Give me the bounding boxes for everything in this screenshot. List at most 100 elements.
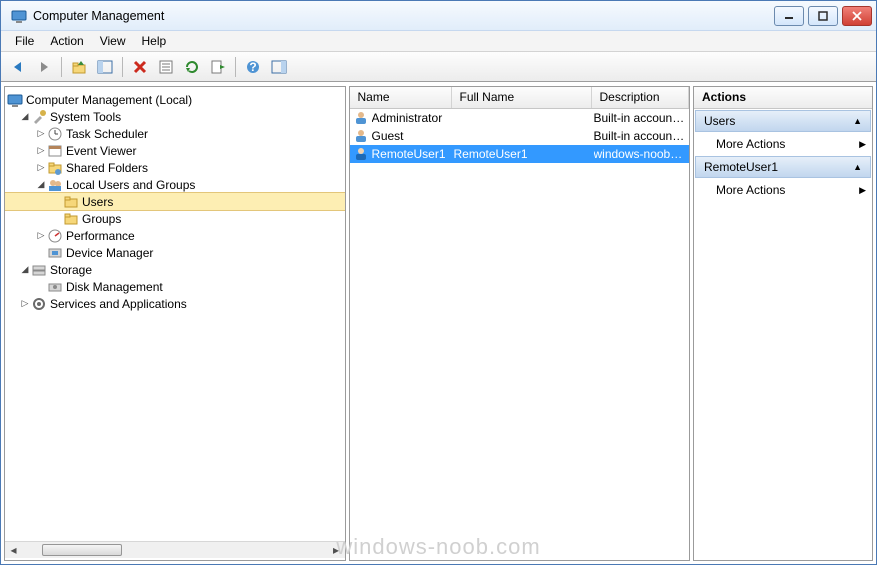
back-button[interactable]	[7, 56, 29, 78]
minimize-button[interactable]	[774, 6, 804, 26]
tree-label: Device Manager	[66, 246, 341, 260]
scroll-left-icon[interactable]: ◂	[5, 543, 22, 558]
tree-device-manager[interactable]: Device Manager	[5, 244, 345, 261]
workspace: Computer Management (Local) ◢ System Tool…	[1, 82, 876, 564]
toolbar-separator	[61, 57, 62, 77]
actions-pane-button[interactable]	[268, 56, 290, 78]
maximize-button[interactable]	[808, 6, 838, 26]
tree-label: Event Viewer	[66, 144, 341, 158]
list-row[interactable]: Guest Built-in account for guest access …	[350, 127, 690, 145]
scroll-thumb[interactable]	[42, 544, 122, 556]
user-icon	[353, 110, 369, 126]
scroll-right-icon[interactable]: ▸	[328, 543, 345, 558]
properties-button[interactable]	[155, 56, 177, 78]
tree[interactable]: Computer Management (Local) ◢ System Tool…	[5, 89, 345, 541]
column-full-name[interactable]: Full Name	[452, 87, 592, 108]
delete-button[interactable]	[129, 56, 151, 78]
user-icon	[353, 146, 369, 162]
list-row[interactable]: Administrator Built-in account for admin…	[350, 109, 690, 127]
tree-label: Disk Management	[66, 280, 341, 294]
performance-icon	[47, 228, 63, 244]
actions-section-remoteuser[interactable]: RemoteUser1 ▲	[695, 156, 871, 178]
tree-performance[interactable]: ▷Performance	[5, 227, 345, 244]
help-button[interactable]: ?	[242, 56, 264, 78]
expand-icon[interactable]: ▷	[35, 162, 47, 173]
users-icon	[47, 177, 63, 193]
tools-icon	[31, 109, 47, 125]
toolbar-separator	[122, 57, 123, 77]
actions-more-remoteuser[interactable]: More Actions ▶	[694, 179, 872, 201]
cell-desc: Built-in account for guest access t...	[594, 129, 690, 143]
column-name[interactable]: Name	[350, 87, 452, 108]
menu-action[interactable]: Action	[42, 32, 91, 50]
tree-users[interactable]: Users	[5, 193, 345, 210]
list-pane: Name Full Name Description Administrator…	[349, 86, 691, 561]
tree-root[interactable]: Computer Management (Local)	[5, 91, 345, 108]
expand-icon[interactable]: ▷	[35, 145, 47, 156]
tree-label: Task Scheduler	[66, 127, 341, 141]
close-button[interactable]	[842, 6, 872, 26]
cell-desc: windows-noob.com remote user	[594, 147, 690, 161]
expand-icon[interactable]: ▷	[19, 298, 31, 309]
list-header: Name Full Name Description	[350, 87, 690, 109]
refresh-button[interactable]	[181, 56, 203, 78]
tree-label: Computer Management (Local)	[26, 93, 341, 107]
titlebar: Computer Management	[1, 1, 876, 31]
menu-view[interactable]: View	[92, 32, 134, 50]
collapse-icon: ▲	[853, 162, 862, 172]
tree-services-apps[interactable]: ▷ Services and Applications	[5, 295, 345, 312]
collapse-icon[interactable]: ◢	[19, 264, 31, 275]
tree-system-tools[interactable]: ◢ System Tools	[5, 108, 345, 125]
tree-groups[interactable]: Groups	[5, 210, 345, 227]
window-title: Computer Management	[33, 9, 774, 23]
toolbar-separator	[235, 57, 236, 77]
menu-help[interactable]: Help	[134, 32, 175, 50]
user-icon	[353, 128, 369, 144]
actions-title: Actions	[694, 87, 872, 109]
horizontal-scrollbar[interactable]: ◂ ▸	[5, 541, 345, 558]
submenu-icon: ▶	[859, 139, 866, 150]
actions-item-label: More Actions	[716, 183, 785, 197]
tree-storage[interactable]: ◢ Storage	[5, 261, 345, 278]
tree-label: Shared Folders	[66, 161, 341, 175]
tree-shared-folders[interactable]: ▷ Shared Folders	[5, 159, 345, 176]
actions-section-users[interactable]: Users ▲	[695, 110, 871, 132]
tree-label: System Tools	[50, 110, 341, 124]
device-icon	[47, 245, 63, 261]
actions-more-users[interactable]: More Actions ▶	[694, 133, 872, 155]
event-icon	[47, 143, 63, 159]
tree-label: Storage	[50, 263, 341, 277]
actions-section-label: RemoteUser1	[704, 160, 778, 174]
services-icon	[31, 296, 47, 312]
svg-text:?: ?	[249, 60, 256, 74]
tree-event-viewer[interactable]: ▷ Event Viewer	[5, 142, 345, 159]
actions-item-label: More Actions	[716, 137, 785, 151]
tree-pane: Computer Management (Local) ◢ System Tool…	[4, 86, 346, 561]
collapse-icon[interactable]: ◢	[19, 111, 31, 122]
column-description[interactable]: Description	[592, 87, 690, 108]
folder-icon	[63, 211, 79, 227]
forward-button[interactable]	[33, 56, 55, 78]
cell-full: RemoteUser1	[454, 147, 594, 161]
menu-file[interactable]: File	[7, 32, 42, 50]
list-body: Administrator Built-in account for admin…	[350, 109, 690, 163]
tree-label: Services and Applications	[50, 297, 341, 311]
app-icon	[11, 8, 27, 24]
expand-icon[interactable]: ▷	[35, 128, 47, 139]
collapse-icon[interactable]: ◢	[35, 179, 47, 190]
expand-icon[interactable]: ▷	[35, 230, 47, 241]
computer-icon	[7, 92, 23, 108]
tree-task-scheduler[interactable]: ▷ Task Scheduler	[5, 125, 345, 142]
cell-name: RemoteUser1	[372, 147, 454, 161]
folder-icon	[63, 194, 79, 210]
storage-icon	[31, 262, 47, 278]
up-button[interactable]	[68, 56, 90, 78]
show-hide-tree-button[interactable]	[94, 56, 116, 78]
export-button[interactable]	[207, 56, 229, 78]
actions-pane: Actions Users ▲ More Actions ▶ RemoteUse…	[693, 86, 873, 561]
actions-section-label: Users	[704, 114, 735, 128]
collapse-icon: ▲	[853, 116, 862, 126]
tree-local-users-groups[interactable]: ◢Local Users and Groups	[5, 176, 345, 193]
tree-disk-management[interactable]: Disk Management	[5, 278, 345, 295]
list-row-selected[interactable]: RemoteUser1 RemoteUser1 windows-noob.com…	[350, 145, 690, 163]
